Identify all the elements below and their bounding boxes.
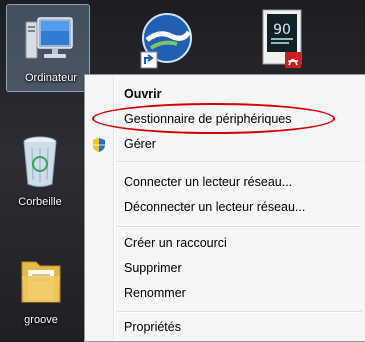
desktop-icon-pdf[interactable]: 90 (253, 8, 313, 74)
computer-icon (25, 17, 73, 59)
uac-shield-icon (93, 138, 105, 152)
desktop-icon-google-earth[interactable] (136, 10, 196, 70)
desktop-icon-ordinateur[interactable]: Ordinateur (14, 12, 88, 84)
menu-item-renommer[interactable]: Renommer (87, 281, 364, 305)
menu-separator (117, 161, 362, 163)
desktop-icon-groove[interactable]: groove (6, 254, 76, 326)
desktop: Ordinateur 90 Corbeille groove Ouvrir Ge… (0, 0, 365, 342)
pdf-document-icon: 90 (262, 9, 302, 68)
google-earth-icon (140, 13, 192, 69)
menu-item-ouvrir[interactable]: Ouvrir (87, 82, 364, 106)
menu-separator (117, 311, 362, 313)
desktop-icon-label: Ordinateur (25, 72, 77, 84)
recycle-bin-icon (23, 136, 57, 187)
context-menu: Ouvrir Gestionnaire de périphériques Gér… (84, 74, 365, 342)
menu-item-gerer[interactable]: Gérer (87, 132, 364, 156)
svg-text:90: 90 (273, 22, 291, 38)
menu-separator (117, 226, 362, 228)
menu-item-connecter-lecteur-reseau[interactable]: Connecter un lecteur réseau... (87, 170, 364, 194)
folder-icon (21, 261, 61, 303)
desktop-icon-label: Corbeille (18, 196, 62, 208)
menu-item-label: Gérer (124, 137, 156, 151)
menu-item-creer-raccourci[interactable]: Créer un raccourci (87, 231, 364, 255)
menu-item-gestionnaire-peripheriques[interactable]: Gestionnaire de périphériques (87, 107, 364, 131)
menu-item-supprimer[interactable]: Supprimer (87, 256, 364, 280)
desktop-icon-label: groove (24, 314, 58, 326)
menu-item-deconnecter-lecteur-reseau[interactable]: Déconnecter un lecteur réseau... (87, 195, 364, 219)
menu-item-proprietes[interactable]: Propriétés (87, 315, 364, 339)
desktop-icon-corbeille[interactable]: Corbeille (4, 134, 76, 208)
